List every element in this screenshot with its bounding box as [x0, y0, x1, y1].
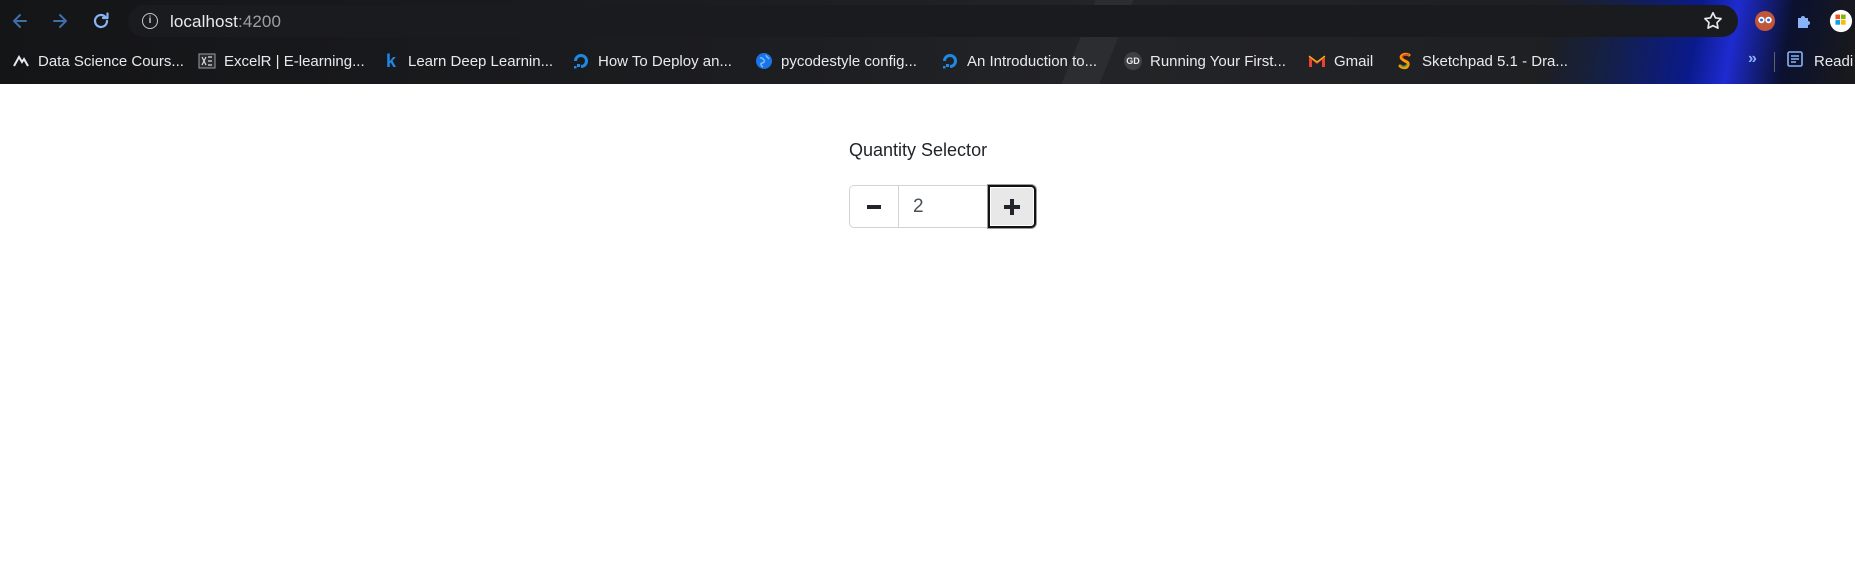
- reading-list-icon: [1786, 50, 1804, 72]
- reading-list-button[interactable]: Readi: [1786, 50, 1853, 72]
- bookmark-item[interactable]: Data Science Cours...: [12, 50, 184, 72]
- address-bar[interactable]: i localhost:4200: [128, 5, 1738, 37]
- site-info-icon[interactable]: i: [142, 13, 158, 29]
- page-content: Quantity Selector: [0, 84, 1855, 586]
- bookmark-item[interactable]: k Learn Deep Learnin...: [382, 50, 553, 72]
- decrement-button[interactable]: [849, 185, 899, 228]
- page-title: Quantity Selector: [849, 140, 988, 160]
- url-port: :4200: [238, 12, 282, 31]
- bookmark-item[interactable]: How To Deploy an...: [572, 50, 732, 72]
- globe-favicon: [755, 52, 773, 70]
- bookmark-label: Learn Deep Learnin...: [408, 52, 554, 70]
- url-host: localhost: [170, 12, 238, 31]
- gd-favicon: GD: [1124, 52, 1142, 70]
- extensions-puzzle-icon[interactable]: [1793, 9, 1817, 33]
- sketchpad-favicon: [1396, 52, 1414, 70]
- profile-avatar-icon[interactable]: [1829, 9, 1853, 33]
- bookmark-item[interactable]: ExcelR | E-learning...: [198, 50, 365, 72]
- bookmark-label: pycodestyle config...: [781, 52, 917, 70]
- excelr-favicon: [198, 52, 216, 70]
- bookmarks-divider: [1774, 52, 1775, 72]
- reload-icon[interactable]: [89, 9, 113, 33]
- bookmark-label: Gmail: [1334, 52, 1374, 70]
- bookmark-label: An Introduction to...: [967, 52, 1098, 70]
- minus-icon: [867, 204, 881, 209]
- bookmark-item[interactable]: An Introduction to...: [941, 50, 1097, 72]
- bookmark-item[interactable]: pycodestyle config...: [755, 50, 917, 72]
- quantity-input[interactable]: [899, 185, 988, 228]
- digitalocean-favicon: [941, 52, 959, 70]
- bookmarks-bar: Data Science Cours... ExcelR | E-learnin…: [0, 46, 1855, 76]
- more-bookmarks-chevron-icon[interactable]: »: [1748, 50, 1757, 68]
- bookmark-item[interactable]: GD Running Your First...: [1124, 50, 1286, 72]
- quantity-stepper: [849, 185, 1036, 228]
- bookmark-label: How To Deploy an...: [598, 52, 732, 70]
- bookmark-item[interactable]: Sketchpad 5.1 - Dra...: [1396, 50, 1568, 72]
- k-favicon: k: [385, 50, 396, 71]
- bookmark-star-icon[interactable]: [1702, 10, 1724, 32]
- data-science-favicon: [12, 52, 30, 70]
- plus-icon: [1004, 198, 1020, 215]
- url-text: localhost:4200: [170, 12, 281, 32]
- bookmark-label: ExcelR | E-learning...: [224, 52, 365, 70]
- increment-button[interactable]: [988, 185, 1036, 228]
- bookmark-item[interactable]: Gmail: [1308, 50, 1373, 72]
- bookmark-label: Data Science Cours...: [38, 52, 184, 70]
- extension-avatar-icon[interactable]: [1753, 9, 1777, 33]
- back-icon[interactable]: [8, 9, 32, 33]
- bookmark-label: Running Your First...: [1150, 52, 1286, 70]
- browser-chrome: i localhost:4200 Data Science Cours... E…: [0, 0, 1855, 84]
- bookmark-label: Sketchpad 5.1 - Dra...: [1422, 52, 1568, 70]
- forward-icon[interactable]: [48, 9, 72, 33]
- reading-list-label: Readi: [1814, 52, 1854, 70]
- digitalocean-favicon: [572, 52, 590, 70]
- gmail-favicon: [1308, 52, 1326, 70]
- browser-toolbar: i localhost:4200: [0, 0, 1855, 42]
